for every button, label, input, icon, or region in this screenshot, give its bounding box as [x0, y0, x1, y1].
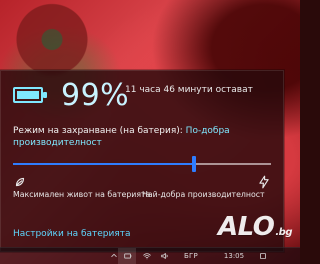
clock-time: 13:05 — [223, 252, 245, 260]
slider-icons — [13, 174, 271, 190]
watermark-logo: ALO.bg — [218, 212, 292, 242]
clock[interactable]: 13:05 — [221, 250, 247, 262]
power-mode-prefix: Режим на захранване (на батерия): — [13, 126, 186, 136]
slider-track-fill — [13, 163, 194, 165]
battery-fill — [17, 91, 39, 99]
bolt-icon — [259, 175, 269, 189]
leaf-icon — [15, 177, 25, 187]
battery-tray-icon[interactable] — [120, 250, 136, 262]
power-mode-title: Режим на захранване (на батерия): По-доб… — [13, 125, 273, 149]
language-indicator[interactable]: БГР — [182, 250, 200, 262]
wifi-tray-icon[interactable] — [140, 250, 154, 262]
battery-percent: 99% — [61, 78, 130, 113]
slider-thumb[interactable] — [191, 156, 196, 172]
battery-settings-link[interactable]: Настройки на батерията — [13, 229, 131, 239]
slider-min-label: Максимален живот на батерията — [13, 190, 151, 199]
watermark-main: ALO — [218, 212, 275, 242]
volume-tray-icon[interactable] — [158, 250, 172, 262]
battery-status-row: 99% 11 часа 46 минути остават — [13, 78, 273, 115]
language-text: БГР — [184, 252, 198, 260]
battery-icon — [13, 87, 47, 103]
taskbar-overflow-icon[interactable] — [108, 250, 120, 262]
slider-max-label: Най-добра производителност — [142, 190, 265, 199]
power-mode-slider[interactable] — [13, 153, 271, 175]
battery-time-remaining: 11 часа 46 минути остават — [125, 85, 253, 95]
watermark-suffix: .bg — [275, 227, 292, 238]
action-center-icon[interactable] — [258, 250, 268, 262]
slider-labels: Максимален живот на батерията Най-добра … — [13, 190, 283, 202]
taskbar: БГР 13:05 — [0, 247, 300, 264]
